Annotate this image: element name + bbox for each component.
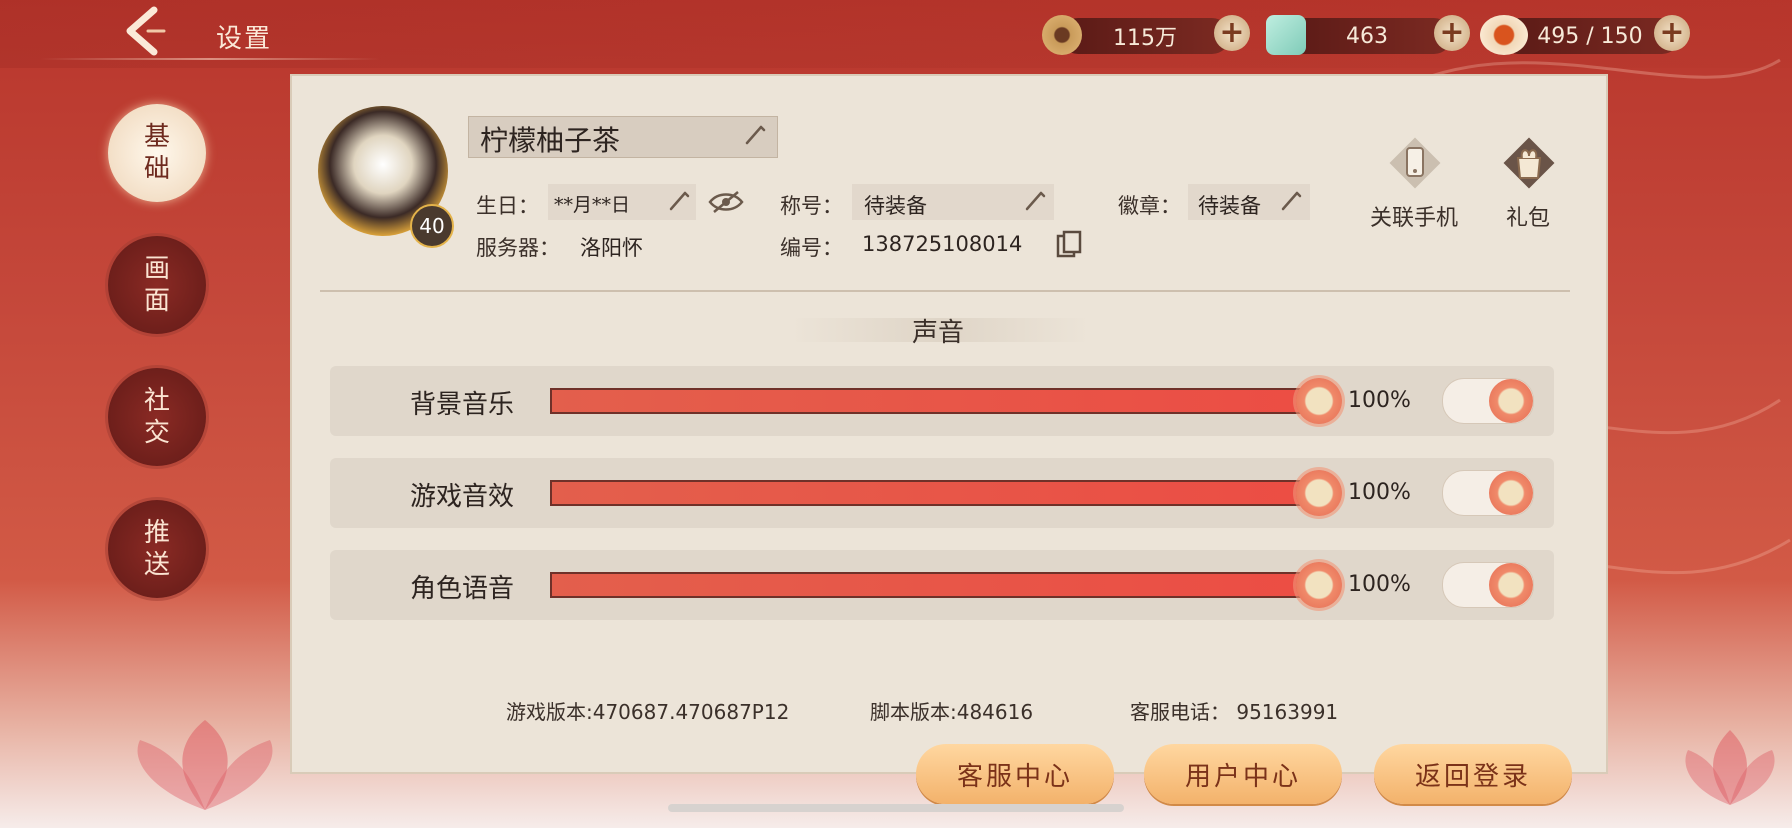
id-label: 编号： xyxy=(780,236,843,260)
sfx-toggle[interactable] xyxy=(1442,470,1534,516)
coin-icon xyxy=(1042,15,1082,55)
sfx-percent: 100% xyxy=(1348,480,1411,505)
copy-icon[interactable] xyxy=(1054,230,1084,260)
voice-label: 角色语音 xyxy=(410,574,515,604)
voice-volume-slider[interactable] xyxy=(550,572,1324,598)
gift-label[interactable]: 礼包 xyxy=(1506,200,1550,232)
player-name: 柠檬柚子茶 xyxy=(480,124,621,157)
phone-icon[interactable] xyxy=(1388,136,1442,190)
nav-social[interactable]: 社 交 xyxy=(108,368,206,466)
add-jade-button[interactable]: + xyxy=(1434,15,1470,51)
music-percent: 100% xyxy=(1348,388,1411,413)
birthday-label: 生日： xyxy=(476,194,539,218)
edit-birthday-icon[interactable] xyxy=(668,190,690,212)
jade-value: 463 xyxy=(1346,23,1388,49)
sfx-slider-knob[interactable] xyxy=(1296,470,1342,516)
edit-title-icon[interactable] xyxy=(1024,190,1046,212)
birthday-value: **月**日 xyxy=(554,194,631,216)
server-label: 服务器： xyxy=(476,236,560,260)
toggle-knob xyxy=(1489,379,1533,423)
service-phone: 客服电话： 95163991 xyxy=(1130,700,1339,724)
stamina-value: 495 / 150 xyxy=(1537,23,1643,49)
slider-fill xyxy=(552,390,1322,412)
home-indicator xyxy=(668,804,1124,812)
return-login-button[interactable]: 返回登录 xyxy=(1374,744,1572,804)
title-underline xyxy=(40,58,380,60)
flower-decoration-left xyxy=(137,720,273,810)
voice-slider-knob[interactable] xyxy=(1296,562,1342,608)
hide-eye-icon[interactable] xyxy=(708,188,744,216)
slider-fill xyxy=(552,482,1322,504)
divider xyxy=(320,290,1570,292)
flower-decoration-right xyxy=(1685,730,1775,805)
badge-label: 徽章： xyxy=(1118,194,1181,218)
gift-icon[interactable] xyxy=(1502,136,1556,190)
voice-percent: 100% xyxy=(1348,572,1411,597)
music-toggle[interactable] xyxy=(1442,378,1534,424)
badge-value: 待装备 xyxy=(1198,194,1261,218)
music-label: 背景音乐 xyxy=(410,390,515,420)
toggle-knob xyxy=(1489,471,1533,515)
voice-toggle[interactable] xyxy=(1442,562,1534,608)
edit-name-icon[interactable] xyxy=(744,124,766,146)
coin-counter: 115万 xyxy=(1060,18,1230,54)
game-version: 游戏版本:470687.470687P12 xyxy=(506,700,790,724)
add-stamina-button[interactable]: + xyxy=(1654,15,1690,51)
script-version: 脚本版本:484616 xyxy=(870,700,1034,724)
music-slider-knob[interactable] xyxy=(1296,378,1342,424)
level-badge: 40 xyxy=(410,204,454,248)
music-volume-slider[interactable] xyxy=(550,388,1324,414)
link-phone-label[interactable]: 关联手机 xyxy=(1370,200,1458,232)
nav-push[interactable]: 推 送 xyxy=(108,500,206,598)
sfx-label: 游戏音效 xyxy=(410,482,515,512)
page-title: 设置 xyxy=(216,24,273,54)
slider-fill xyxy=(552,574,1322,596)
jade-counter: 463 xyxy=(1282,18,1452,54)
title-label: 称号： xyxy=(780,194,843,218)
id-value: 138725108014 xyxy=(862,232,1023,256)
nav-display[interactable]: 画 面 xyxy=(108,236,206,334)
sfx-volume-slider[interactable] xyxy=(550,480,1324,506)
toggle-knob xyxy=(1489,563,1533,607)
coin-value: 115万 xyxy=(1113,26,1177,51)
add-coin-button[interactable]: + xyxy=(1214,15,1250,51)
back-arrow-icon[interactable] xyxy=(118,6,168,56)
title-value: 待装备 xyxy=(864,194,927,218)
server-value: 洛阳怀 xyxy=(580,236,643,260)
stamina-icon xyxy=(1480,15,1528,55)
edit-badge-icon[interactable] xyxy=(1280,190,1302,212)
nav-basic[interactable]: 基 础 xyxy=(108,104,206,202)
jade-icon xyxy=(1266,15,1306,55)
user-center-button[interactable]: 用户中心 xyxy=(1144,744,1342,804)
customer-service-button[interactable]: 客服中心 xyxy=(916,744,1114,804)
sound-section-title: 声音 xyxy=(912,318,965,348)
